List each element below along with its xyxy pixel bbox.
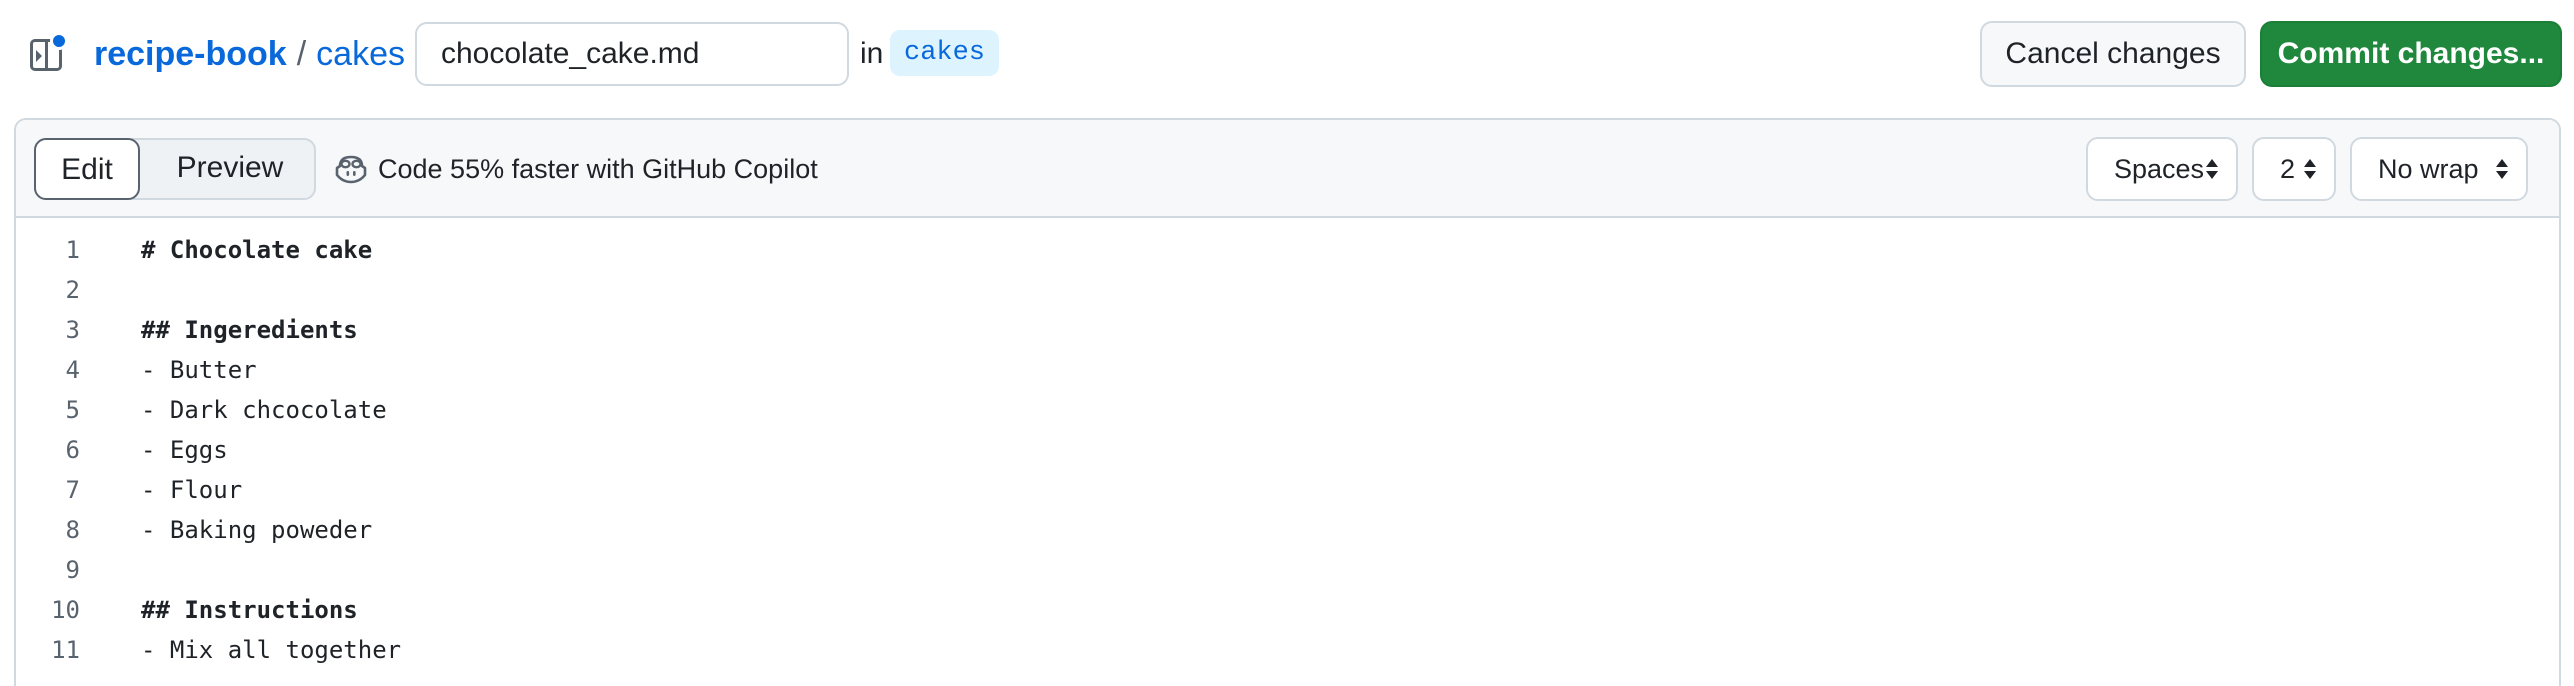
breadcrumb: recipe-book / cakes / <box>94 30 434 78</box>
line-number: 5 <box>65 396 80 424</box>
indent-size-select[interactable]: 2 <box>2252 137 2336 201</box>
line-content[interactable]: - Baking poweder <box>141 510 372 550</box>
editor-header: recipe-book / cakes / in cakes Cancel ch… <box>0 0 2574 108</box>
line-number: 3 <box>65 316 80 344</box>
notification-dot <box>50 32 68 50</box>
indent-size-value: 2 <box>2280 154 2296 184</box>
line-number: 10 <box>51 596 80 624</box>
line-number: 9 <box>65 556 80 584</box>
file-editor: Edit Preview Code 55% faster with GitHub… <box>14 118 2561 686</box>
line-content[interactable]: - Mix all together <box>141 630 401 670</box>
code-line: 10 ## Instructions <box>16 590 2559 630</box>
edit-preview-toggle: Edit Preview <box>34 138 316 200</box>
branch-badge: cakes <box>890 30 1000 76</box>
line-content[interactable]: - Dark chcocolate <box>141 390 387 430</box>
code-line: 7 - Flour <box>16 470 2559 510</box>
code-line: 5 - Dark chcocolate <box>16 390 2559 430</box>
line-number: 1 <box>65 236 80 264</box>
tab-edit[interactable]: Edit <box>34 138 140 200</box>
line-number: 8 <box>65 516 80 544</box>
code-line: 6 - Eggs <box>16 430 2559 470</box>
line-content[interactable]: - Eggs <box>141 430 228 470</box>
indent-mode-select[interactable]: Spaces <box>2086 137 2238 201</box>
breadcrumb-directory-link[interactable]: cakes <box>316 35 405 74</box>
line-content[interactable]: ## Ingeredients <box>141 310 358 350</box>
line-number: 11 <box>51 636 80 664</box>
breadcrumb-separator: / <box>296 34 307 73</box>
editor-toolbar: Edit Preview Code 55% faster with GitHub… <box>16 120 2559 218</box>
line-number: 2 <box>65 276 80 304</box>
code-editor-area[interactable]: 1 # Chocolate cake 2 3 ## Ingeredients 4… <box>16 230 2559 670</box>
commit-changes-button[interactable]: Commit changes... <box>2260 21 2562 87</box>
tab-preview[interactable]: Preview <box>150 138 310 200</box>
unfold-icon <box>2206 159 2218 181</box>
cancel-changes-button[interactable]: Cancel changes <box>1980 21 2246 87</box>
unfold-icon <box>2304 159 2316 181</box>
line-content[interactable]: # Chocolate cake <box>141 230 372 270</box>
wrap-mode-select[interactable]: No wrap <box>2350 137 2528 201</box>
code-line: 4 - Butter <box>16 350 2559 390</box>
copilot-icon <box>335 155 367 184</box>
line-number: 6 <box>65 436 80 464</box>
line-number: 7 <box>65 476 80 504</box>
copilot-promo[interactable]: Code 55% faster with GitHub Copilot <box>334 148 818 190</box>
line-content[interactable]: - Butter <box>141 350 257 390</box>
branch-in-label: in <box>860 37 884 70</box>
code-line: 11 - Mix all together <box>16 630 2559 670</box>
code-line: 2 <box>16 270 2559 310</box>
code-line: 3 ## Ingeredients <box>16 310 2559 350</box>
line-number: 4 <box>65 356 80 384</box>
breadcrumb-repo-link[interactable]: recipe-book <box>94 35 287 74</box>
copilot-promo-text: Code 55% faster with GitHub Copilot <box>378 153 818 184</box>
wrap-mode-value: No wrap <box>2378 154 2479 184</box>
filename-input[interactable] <box>415 22 849 86</box>
code-line: 8 - Baking poweder <box>16 510 2559 550</box>
unfold-icon <box>2496 159 2508 181</box>
sidebar-expand-icon[interactable] <box>28 32 68 74</box>
indent-mode-value: Spaces <box>2114 154 2205 184</box>
line-content[interactable]: ## Instructions <box>141 590 358 630</box>
code-line: 9 <box>16 550 2559 590</box>
line-content[interactable]: - Flour <box>141 470 242 510</box>
code-line: 1 # Chocolate cake <box>16 230 2559 270</box>
